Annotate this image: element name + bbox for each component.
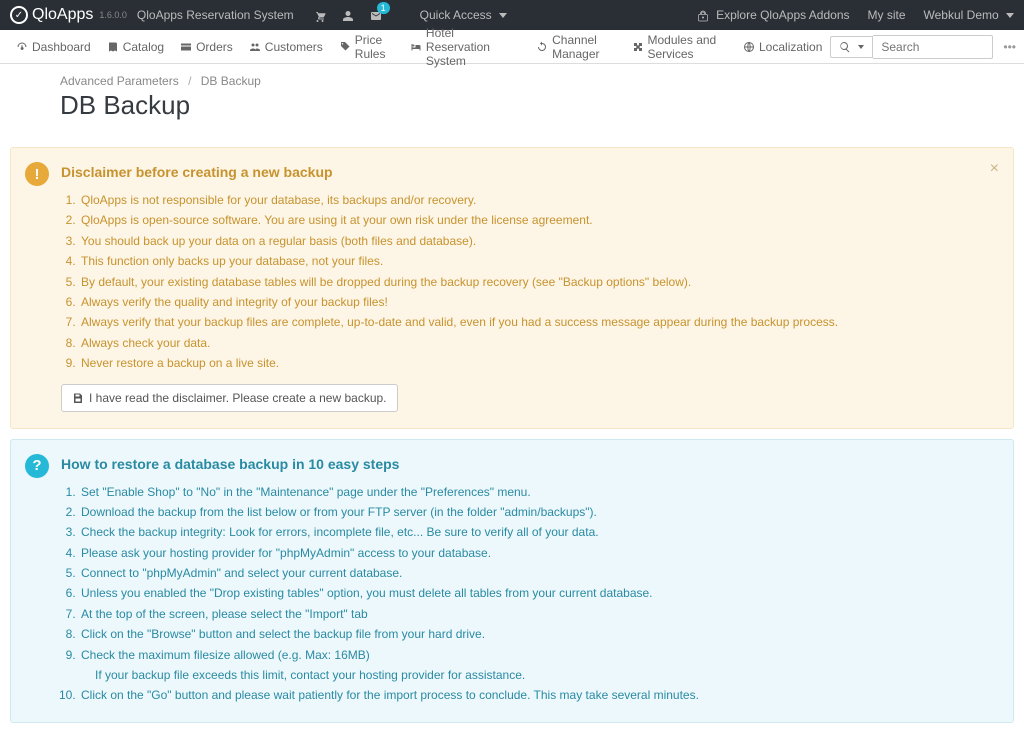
nav-label: Channel Manager [552,33,615,61]
restore-item: Set "Enable Shop" to "No" in the "Mainte… [79,482,997,502]
create-backup-button[interactable]: I have read the disclaimer. Please creat… [61,384,398,412]
tag-icon [339,40,351,52]
brand-text: QloApps [32,6,93,24]
nav-localization[interactable]: Localization [735,40,830,54]
disclaimer-item: Always verify that your backup files are… [79,312,997,332]
disclaimer-item: By default, your existing database table… [79,272,997,292]
user-label: Webkul Demo [924,8,999,22]
create-backup-label: I have read the disclaimer. Please creat… [89,391,387,405]
restore-item: Check the maximum filesize allowed (e.g.… [79,645,997,686]
restore-list: Set "Enable Shop" to "No" in the "Mainte… [79,482,997,706]
chevron-down-icon [858,45,864,49]
disclaimer-item: Never restore a backup on a live site. [79,353,997,373]
breadcrumb-separator: / [188,74,191,88]
addons-icon [697,8,712,22]
refresh-icon [536,40,548,52]
user-icon[interactable] [342,8,354,23]
mail-icon[interactable]: 1 [370,8,382,23]
search-group [830,35,993,59]
addons-link[interactable]: Explore QloApps Addons [697,8,850,22]
warning-icon: ! [25,162,49,186]
restore-item: Click on the "Go" button and please wait… [79,685,997,705]
nav-label: Modules and Services [648,33,728,61]
page-title: DB Backup [60,90,964,121]
disclaimer-item: QloApps is open-source software. You are… [79,210,997,230]
nav-channel[interactable]: Channel Manager [528,33,623,61]
nav-label: Orders [196,40,233,54]
main-nav: Dashboard Catalog Orders Customers Price… [0,30,1024,64]
search-icon [839,41,851,53]
nav-label: Catalog [123,40,164,54]
disclaimer-title: Disclaimer before creating a new backup [61,164,997,180]
restore-item: Check the backup integrity: Look for err… [79,522,997,542]
nav-label: Customers [265,40,323,54]
page-header: Advanced Parameters / DB Backup DB Backu… [0,64,1024,137]
topbar-subtitle: QloApps Reservation System [137,8,294,22]
restore-title: How to restore a database backup in 10 e… [61,456,997,472]
nav-customers[interactable]: Customers [241,40,331,54]
nav-price-rules[interactable]: Price Rules [331,33,402,61]
disclaimer-item: Always check your data. [79,333,997,353]
restore-item: Please ask your hosting provider for "ph… [79,543,997,563]
quick-access-label: Quick Access [420,8,492,22]
restore-item: At the top of the screen, please select … [79,604,997,624]
quick-access-menu[interactable]: Quick Access [420,8,507,22]
breadcrumb-current: DB Backup [201,74,261,88]
nav-label: Localization [759,40,822,54]
restore-panel: ? How to restore a database backup in 10… [10,439,1014,723]
mail-badge: 1 [377,2,390,14]
disclaimer-item: This function only backs up your databas… [79,251,997,271]
globe-icon [743,40,755,52]
mysite-link[interactable]: My site [868,8,906,22]
gauge-icon [16,40,28,52]
nav-label: Price Rules [355,33,394,61]
disclaimer-item: You should back up your data on a regula… [79,231,997,251]
nav-modules[interactable]: Modules and Services [624,33,736,61]
puzzle-icon [632,40,644,52]
addons-label: Explore QloApps Addons [716,8,849,22]
restore-item: Connect to "phpMyAdmin" and select your … [79,563,997,583]
disclaimer-panel: × ! Disclaimer before creating a new bac… [10,147,1014,429]
book-icon [107,40,119,52]
version-label: 1.6.0.0 [99,10,127,20]
nav-label: Hotel Reservation System [426,26,520,68]
bed-icon [410,40,422,52]
overflow-menu[interactable]: ••• [1003,40,1016,54]
disclaimer-list: QloApps is not responsible for your data… [79,190,997,374]
user-menu[interactable]: Webkul Demo [924,8,1014,22]
cart-icon[interactable] [314,8,326,23]
restore-item-text: Check the maximum filesize allowed (e.g.… [81,648,370,662]
nav-label: Dashboard [32,40,91,54]
search-input[interactable] [873,35,993,59]
restore-item: Click on the "Browse" button and select … [79,624,997,644]
chevron-down-icon [1006,13,1014,18]
search-button[interactable] [830,36,873,58]
disclaimer-item: QloApps is not responsible for your data… [79,190,997,210]
save-icon [72,392,84,404]
nav-dashboard[interactable]: Dashboard [8,40,99,54]
credit-card-icon [180,40,192,52]
nav-catalog[interactable]: Catalog [99,40,172,54]
brand-check-icon [10,6,28,24]
nav-hotel[interactable]: Hotel Reservation System [402,26,528,68]
restore-item-note: If your backup file exceeds this limit, … [95,665,997,685]
disclaimer-item: Always verify the quality and integrity … [79,292,997,312]
close-icon[interactable]: × [990,160,999,178]
breadcrumb: Advanced Parameters / DB Backup [60,74,964,88]
brand-logo[interactable]: QloApps [10,6,93,24]
nav-orders[interactable]: Orders [172,40,241,54]
chevron-down-icon [499,13,507,18]
help-icon: ? [25,454,49,478]
users-icon [249,40,261,52]
restore-item: Download the backup from the list below … [79,502,997,522]
breadcrumb-parent[interactable]: Advanced Parameters [60,74,179,88]
